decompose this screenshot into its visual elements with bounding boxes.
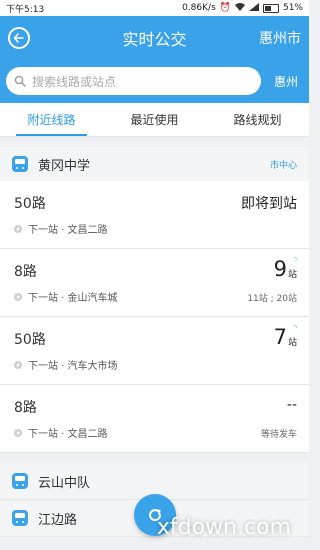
tab-recent[interactable]: 最近使用 [103,103,206,136]
bus-stop-icon [12,510,28,526]
network-speed: 0.86K/s [182,3,216,13]
signal-icon [248,2,259,14]
line-row[interactable]: 50路 即将到站 下一站 · 文昌二路 [0,181,309,249]
tab-route-planning[interactable]: 路线规划 [206,103,309,136]
play-dot-icon [14,224,22,233]
bus-stop-icon [12,473,28,489]
eta-status: -- [286,397,297,413]
top-bar: 实时公交 惠州市 [0,16,309,59]
watermark: xfdown.com [156,515,291,540]
search-icon [14,75,26,87]
play-dot-icon [14,292,22,301]
eta-stops: 7 [273,325,287,349]
next-stop: 下一站 · 金山汽车城 [14,289,118,304]
battery-level: 51% [282,3,303,13]
next-stop: 下一站 · 文昌二路 [14,425,108,440]
line-name: 8路 [14,400,37,416]
play-dot-icon [14,360,22,369]
eta-stops: 9 [273,257,287,281]
status-time: 下午5:13 [6,4,45,15]
stop-name: 黄冈中学 [38,158,91,174]
line-name: 8路 [14,264,37,280]
stop-direction: 市中心 [269,160,297,171]
search-input[interactable]: 搜索线路或站点 [6,67,261,95]
search-row: 搜索线路或站点 惠州 [0,59,309,103]
line-name: 50路 [14,332,46,348]
stop-name: 云山中队 [38,475,91,491]
alarm-icon: ⏰ [219,3,231,13]
line-name: 50路 [14,196,46,212]
eta: 9 站 [273,257,297,281]
next-stop-text: 下一站 · 汽车大市场 [28,361,118,372]
eta-subtext: 11站 ; 20站 [247,294,297,304]
next-stop-text: 下一站 · 文昌二路 [28,225,108,236]
eta-subtext: 等待发车 [260,430,297,440]
city-selector[interactable]: 惠州市 [259,28,301,48]
line-row[interactable]: 8路 ◝ 9 站 11站 ; 20站 下一站 · 金山汽车城 [0,249,309,317]
next-stop-text: 下一站 · 文昌二路 [28,429,108,440]
next-stop: 下一站 · 文昌二路 [14,221,108,236]
eta-unit: 站 [287,270,297,280]
arrow-left-icon [13,32,24,43]
eta-unit: 站 [287,338,297,348]
eta: 7 站 [273,325,297,349]
line-row[interactable]: 50路 ◝ 7 站 下一站 · 汽车大市场 [0,317,309,385]
status-bar: 下午5:13 0.86K/s ⏰ 51% [0,0,309,16]
stop-name: 江边路 [38,512,78,528]
eta-status: 即将到站 [241,196,297,212]
search-placeholder: 搜索线路或站点 [32,74,117,89]
stop-header[interactable]: 黄冈中学 市中心 [0,147,309,181]
line-row[interactable]: 8路 -- 等待发车 下一站 · 文昌二路 [0,385,309,453]
battery-icon [262,3,279,13]
next-stop-text: 下一站 · 金山汽车城 [28,293,118,304]
wifi-icon [234,2,245,14]
search-city-button[interactable]: 惠州 [269,73,303,90]
bus-stop-icon [12,156,28,172]
play-dot-icon [14,428,22,437]
status-icons: 0.86K/s ⏰ 51% [182,2,303,14]
tab-bar: 附近线路 最近使用 路线规划 [0,103,309,137]
back-button[interactable] [8,26,30,49]
next-stop: 下一站 · 汽车大市场 [14,357,118,372]
tab-nearby-lines[interactable]: 附近线路 [0,103,103,136]
